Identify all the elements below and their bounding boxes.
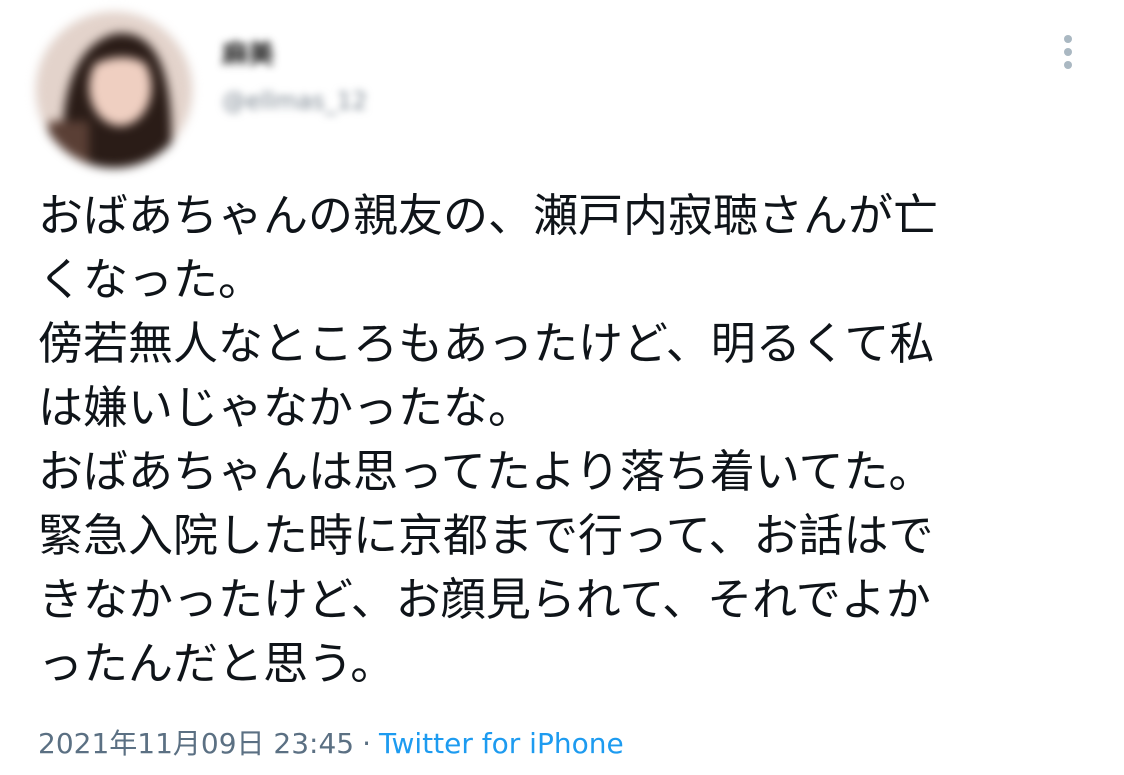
- author-display-name[interactable]: 麻美: [222, 38, 542, 72]
- tweet: 麻美 @ellmas_12 おばあちゃんの親友の、瀬戸内寂聴さんが亡 くなった。…: [0, 0, 1124, 775]
- tweet-text-line: おばあちゃんの親友の、瀬戸内寂聴さんが亡: [38, 189, 939, 242]
- tweet-meta: 2021年11月09日 23:45 · Twitter for iPhone: [38, 722, 624, 766]
- tweet-source-link[interactable]: Twitter for iPhone: [379, 727, 624, 760]
- tweet-text-line: ったんだと思う。: [38, 637, 396, 690]
- author-handle[interactable]: @ellmas_12: [222, 86, 542, 116]
- vertical-ellipsis-icon: [1064, 35, 1072, 69]
- tweet-text-line: は嫌いじゃなかったな。: [38, 381, 534, 434]
- tweet-text: おばあちゃんの親友の、瀬戸内寂聴さんが亡 くなった。 傍若無人なところもあったけ…: [38, 184, 1098, 696]
- tweet-text-line: おばあちゃんは思ってたより落ち着いてた。: [38, 445, 934, 498]
- avatar-image: [36, 12, 192, 168]
- tweet-text-line: きなかったけど、お顔見られて、それでよか: [38, 573, 931, 626]
- tweet-text-line: 傍若無人なところもあったけど、明るくて私: [38, 317, 935, 370]
- author-identity[interactable]: 麻美 @ellmas_12: [222, 38, 542, 128]
- avatar[interactable]: [36, 12, 192, 168]
- tweet-header: 麻美 @ellmas_12: [0, 0, 1124, 170]
- more-options-button[interactable]: [1054, 30, 1082, 76]
- tweet-text-line: くなった。: [38, 253, 264, 306]
- meta-separator: ·: [362, 727, 372, 760]
- tweet-timestamp[interactable]: 2021年11月09日 23:45: [38, 727, 354, 760]
- tweet-text-line: 緊急入院した時に京都まで行って、お話はで: [38, 509, 934, 562]
